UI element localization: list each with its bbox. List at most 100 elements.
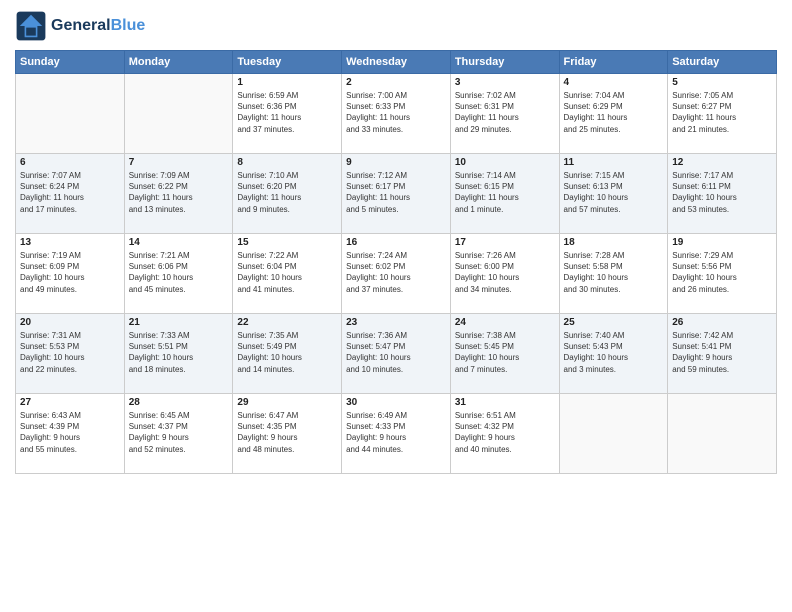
day-cell: [668, 394, 777, 474]
day-number: 28: [129, 397, 229, 408]
day-info: Sunrise: 7:17 AM Sunset: 6:11 PM Dayligh…: [672, 170, 772, 215]
day-cell: 23Sunrise: 7:36 AM Sunset: 5:47 PM Dayli…: [342, 314, 451, 394]
day-number: 9: [346, 157, 446, 168]
day-cell: 4 Sunrise: 7:04 AM Sunset: 6:29 PM Daylig…: [559, 74, 668, 154]
week-row-1: 1 Sunrise: 6:59 AM Sunset: 6:36 PM Daylig…: [16, 74, 777, 154]
header-cell-tuesday: Tuesday: [233, 51, 342, 74]
day-number: 31: [455, 397, 555, 408]
day-cell: 22 Sunrise: 7:35 AM Sunset: 5:49 PM Dayli…: [233, 314, 342, 394]
day-info: Sunrise: 7:05 AM Sunset: 6:27 PM Dayligh…: [672, 90, 772, 135]
day-number: 8: [237, 157, 337, 168]
day-cell: [124, 74, 233, 154]
day-number: 20: [20, 317, 120, 328]
day-number: 2: [346, 77, 446, 88]
calendar-container: GeneralBlue SundayMondayTuesdayWednesday…: [0, 0, 792, 484]
day-cell: 26Sunrise: 7:42 AM Sunset: 5:41 PM Dayli…: [668, 314, 777, 394]
day-number: 1: [237, 77, 337, 88]
day-info: Sunrise: 7:09 AM Sunset: 6:22 PM Dayligh…: [129, 170, 229, 215]
day-number: 17: [455, 237, 555, 248]
day-cell: 14 Sunrise: 7:21 AM Sunset: 6:06 PM Dayli…: [124, 234, 233, 314]
day-cell: 21Sunrise: 7:33 AM Sunset: 5:51 PM Dayli…: [124, 314, 233, 394]
day-cell: 7 Sunrise: 7:09 AM Sunset: 6:22 PM Daylig…: [124, 154, 233, 234]
day-info: Sunrise: 7:26 AM Sunset: 6:00 PM Dayligh…: [455, 250, 555, 295]
header-row: SundayMondayTuesdayWednesdayThursdayFrid…: [16, 51, 777, 74]
day-number: 26: [672, 317, 772, 328]
day-info: Sunrise: 7:04 AM Sunset: 6:29 PM Dayligh…: [564, 90, 664, 135]
header-cell-monday: Monday: [124, 51, 233, 74]
day-cell: 20 Sunrise: 7:31 AM Sunset: 5:53 PM Dayli…: [16, 314, 125, 394]
day-cell: 13 Sunrise: 7:19 AM Sunset: 6:09 PM Dayli…: [16, 234, 125, 314]
calendar-table: SundayMondayTuesdayWednesdayThursdayFrid…: [15, 50, 777, 474]
week-row-4: 20 Sunrise: 7:31 AM Sunset: 5:53 PM Dayli…: [16, 314, 777, 394]
day-info: Sunrise: 6:43 AM Sunset: 4:39 PM Dayligh…: [20, 410, 120, 455]
day-cell: 2 Sunrise: 7:00 AM Sunset: 6:33 PM Daylig…: [342, 74, 451, 154]
day-number: 14: [129, 237, 229, 248]
day-number: 18: [564, 237, 664, 248]
day-cell: [559, 394, 668, 474]
day-info: Sunrise: 7:15 AM Sunset: 6:13 PM Dayligh…: [564, 170, 664, 215]
day-cell: 17 Sunrise: 7:26 AM Sunset: 6:00 PM Dayli…: [450, 234, 559, 314]
day-info: Sunrise: 7:38 AM Sunset: 5:45 PM Dayligh…: [455, 330, 555, 375]
day-cell: 18 Sunrise: 7:28 AM Sunset: 5:58 PM Dayli…: [559, 234, 668, 314]
day-info: Sunrise: 7:21 AM Sunset: 6:06 PM Dayligh…: [129, 250, 229, 295]
day-info: Sunrise: 7:00 AM Sunset: 6:33 PM Dayligh…: [346, 90, 446, 135]
day-cell: 15Sunrise: 7:22 AM Sunset: 6:04 PM Dayli…: [233, 234, 342, 314]
day-number: 19: [672, 237, 772, 248]
day-cell: 19 Sunrise: 7:29 AM Sunset: 5:56 PM Dayli…: [668, 234, 777, 314]
day-info: Sunrise: 7:31 AM Sunset: 5:53 PM Dayligh…: [20, 330, 120, 375]
day-number: 21: [129, 317, 229, 328]
day-cell: 1 Sunrise: 6:59 AM Sunset: 6:36 PM Daylig…: [233, 74, 342, 154]
day-info: Sunrise: 7:10 AM Sunset: 6:20 PM Dayligh…: [237, 170, 337, 215]
day-info: Sunrise: 7:22 AM Sunset: 6:04 PM Dayligh…: [237, 250, 337, 295]
day-cell: 12 Sunrise: 7:17 AM Sunset: 6:11 PM Dayli…: [668, 154, 777, 234]
day-number: 11: [564, 157, 664, 168]
logo: GeneralBlue: [15, 10, 145, 42]
day-cell: 16 Sunrise: 7:24 AM Sunset: 6:02 PM Dayli…: [342, 234, 451, 314]
day-info: Sunrise: 6:47 AM Sunset: 4:35 PM Dayligh…: [237, 410, 337, 455]
day-number: 16: [346, 237, 446, 248]
logo-text: GeneralBlue: [51, 17, 145, 35]
header-cell-saturday: Saturday: [668, 51, 777, 74]
day-cell: 11 Sunrise: 7:15 AM Sunset: 6:13 PM Dayli…: [559, 154, 668, 234]
day-info: Sunrise: 7:24 AM Sunset: 6:02 PM Dayligh…: [346, 250, 446, 295]
header-cell-sunday: Sunday: [16, 51, 125, 74]
day-info: Sunrise: 7:29 AM Sunset: 5:56 PM Dayligh…: [672, 250, 772, 295]
day-number: 4: [564, 77, 664, 88]
day-cell: 29 Sunrise: 6:47 AM Sunset: 4:35 PM Dayli…: [233, 394, 342, 474]
day-cell: 5 Sunrise: 7:05 AM Sunset: 6:27 PM Daylig…: [668, 74, 777, 154]
day-number: 22: [237, 317, 337, 328]
day-number: 12: [672, 157, 772, 168]
day-number: 10: [455, 157, 555, 168]
day-info: Sunrise: 6:51 AM Sunset: 4:32 PM Dayligh…: [455, 410, 555, 455]
day-info: Sunrise: 7:40 AM Sunset: 5:43 PM Dayligh…: [564, 330, 664, 375]
day-cell: 8 Sunrise: 7:10 AM Sunset: 6:20 PM Daylig…: [233, 154, 342, 234]
day-number: 5: [672, 77, 772, 88]
day-cell: 30 Sunrise: 6:49 AM Sunset: 4:33 PM Dayli…: [342, 394, 451, 474]
day-cell: 9Sunrise: 7:12 AM Sunset: 6:17 PM Daylig…: [342, 154, 451, 234]
day-info: Sunrise: 6:49 AM Sunset: 4:33 PM Dayligh…: [346, 410, 446, 455]
day-info: Sunrise: 7:28 AM Sunset: 5:58 PM Dayligh…: [564, 250, 664, 295]
header-cell-wednesday: Wednesday: [342, 51, 451, 74]
week-row-3: 13 Sunrise: 7:19 AM Sunset: 6:09 PM Dayli…: [16, 234, 777, 314]
day-number: 24: [455, 317, 555, 328]
day-cell: 28 Sunrise: 6:45 AM Sunset: 4:37 PM Dayli…: [124, 394, 233, 474]
day-number: 7: [129, 157, 229, 168]
day-info: Sunrise: 7:35 AM Sunset: 5:49 PM Dayligh…: [237, 330, 337, 375]
day-info: Sunrise: 6:59 AM Sunset: 6:36 PM Dayligh…: [237, 90, 337, 135]
day-number: 25: [564, 317, 664, 328]
day-info: Sunrise: 7:19 AM Sunset: 6:09 PM Dayligh…: [20, 250, 120, 295]
day-info: Sunrise: 7:07 AM Sunset: 6:24 PM Dayligh…: [20, 170, 120, 215]
day-number: 13: [20, 237, 120, 248]
day-info: Sunrise: 7:36 AM Sunset: 5:47 PM Dayligh…: [346, 330, 446, 375]
day-cell: 6Sunrise: 7:07 AM Sunset: 6:24 PM Daylig…: [16, 154, 125, 234]
logo-icon: [15, 10, 47, 42]
day-number: 29: [237, 397, 337, 408]
header-cell-thursday: Thursday: [450, 51, 559, 74]
day-info: Sunrise: 7:14 AM Sunset: 6:15 PM Dayligh…: [455, 170, 555, 215]
day-cell: [16, 74, 125, 154]
day-cell: 24 Sunrise: 7:38 AM Sunset: 5:45 PM Dayli…: [450, 314, 559, 394]
day-number: 30: [346, 397, 446, 408]
day-info: Sunrise: 6:45 AM Sunset: 4:37 PM Dayligh…: [129, 410, 229, 455]
day-info: Sunrise: 7:02 AM Sunset: 6:31 PM Dayligh…: [455, 90, 555, 135]
day-number: 27: [20, 397, 120, 408]
